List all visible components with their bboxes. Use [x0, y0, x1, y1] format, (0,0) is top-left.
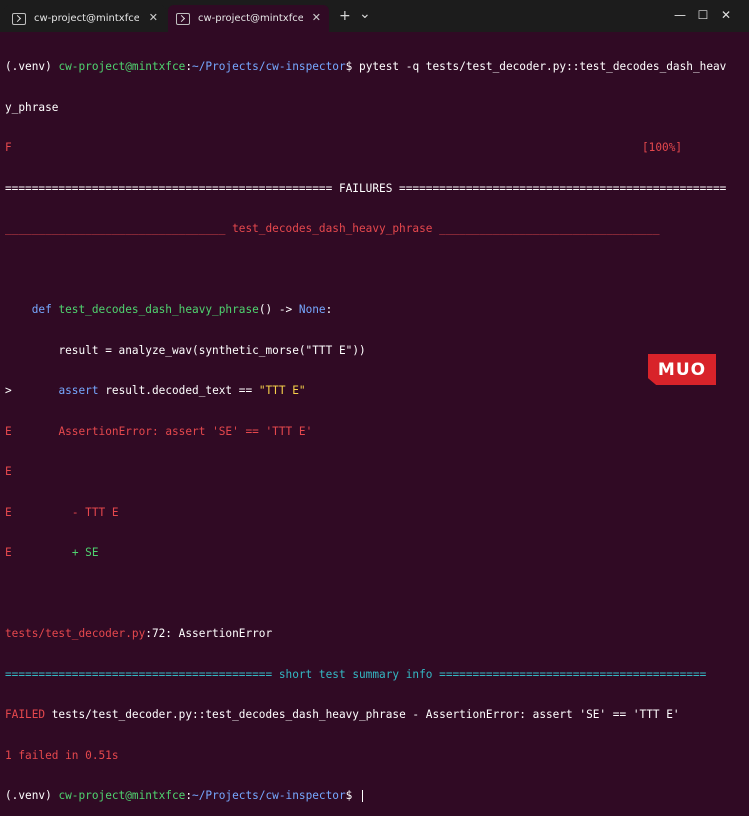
prompt-user-host: cw-project@mintxfce [58, 60, 186, 73]
prompt-line: (.venv) cw-project@mintxfce:~/Projects/c… [5, 60, 727, 73]
prompt-line-current: (.venv) cw-project@mintxfce:~/Projects/c… [5, 789, 745, 803]
failed-line: FAILED tests/test_decoder.py::test_decod… [5, 708, 680, 721]
title-bar: cw-project@mintxfce: ~/Proje ✕ cw-projec… [0, 0, 749, 32]
new-tab-button[interactable]: + [339, 8, 351, 24]
close-window-button[interactable]: ✕ [703, 0, 749, 30]
progress-line: F [100%] [5, 141, 745, 155]
command-continuation: y_phrase [5, 100, 59, 114]
close-tab-icon[interactable]: ✕ [149, 11, 158, 25]
tab-terminal-2[interactable]: cw-project@mintxfce: ~/Proje ✕ [168, 5, 329, 32]
failed-count-line: 1 failed in 0.51s [5, 748, 119, 762]
assertion-error-line: E AssertionError: assert 'SE' == 'TTT E' [5, 424, 313, 438]
error-location-line: tests/test_decoder.py:72: AssertionError [5, 627, 273, 640]
failures-rule: ========================================… [5, 181, 727, 195]
terminal-icon [176, 12, 190, 25]
test-name-rule: _________________________________ test_d… [5, 222, 660, 235]
diff-minus-line: E - TTT E [5, 505, 119, 519]
tab-terminal-1[interactable]: cw-project@mintxfce: ~/Proje ✕ [4, 5, 166, 32]
result-line: result = analyze_wav(synthetic_morse("TT… [58, 343, 366, 357]
text-cursor [362, 790, 364, 802]
close-tab-icon[interactable]: ✕ [312, 11, 321, 25]
summary-rule: ========================================… [5, 667, 707, 681]
tab-dropdown-icon[interactable]: ⌄ [359, 6, 371, 22]
muo-watermark-logo: MUO [648, 354, 716, 385]
tab-title: cw-project@mintxfce: ~/Proje [198, 13, 303, 24]
terminal-output[interactable]: (.venv) cw-project@mintxfce:~/Projects/c… [5, 33, 745, 816]
progress-percent: [100%] [642, 141, 683, 154]
def-line: def test_decodes_dash_heavy_phrase() -> … [31, 303, 333, 316]
command-text: pytest -q tests/test_decoder.py::test_de… [359, 60, 727, 73]
diff-plus-line: E + SE [5, 546, 99, 559]
prompt-cwd: ~/Projects/cw-inspector [192, 60, 346, 73]
test-status-f: F [5, 141, 12, 154]
tab-title: cw-project@mintxfce: ~/Proje [34, 13, 139, 24]
error-marker-line: E [5, 465, 12, 478]
assert-line: > assert result.decoded_text == "TTT E" [5, 384, 306, 397]
terminal-icon [12, 12, 26, 25]
